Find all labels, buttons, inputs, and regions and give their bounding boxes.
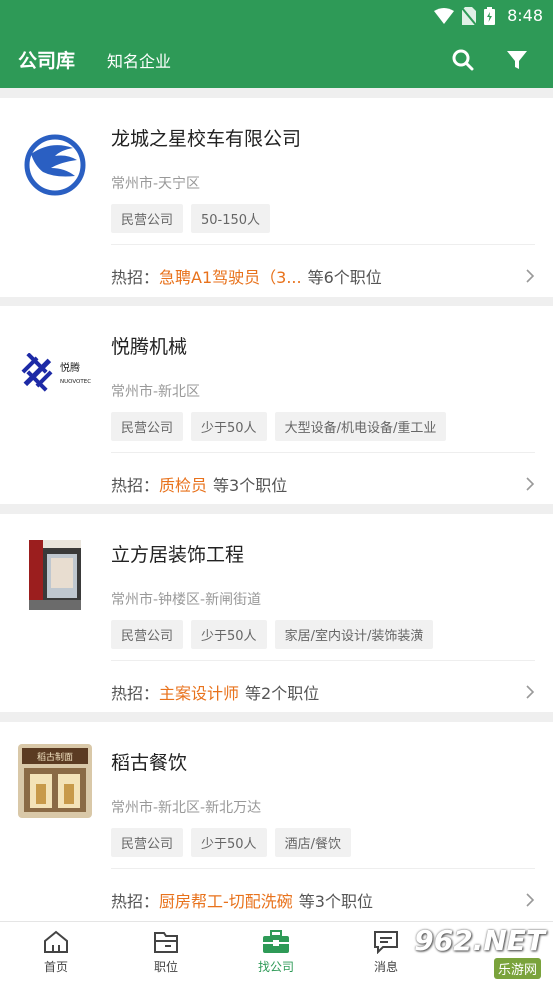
hot-job-title: 急聘A1驾驶员（3... xyxy=(159,268,302,287)
company-tags: 民营公司 少于50人 酒店/餐饮 xyxy=(111,828,351,857)
nuovotec-logo-icon: 悦腾 NUOVOTEC xyxy=(21,353,91,392)
hot-label: 热招： xyxy=(111,476,160,495)
hot-label: 热招： xyxy=(111,684,160,703)
app-header: 公司库 知名企业 xyxy=(0,32,553,88)
folder-icon xyxy=(154,932,178,953)
company-name: 龙城之星校车有限公司 xyxy=(111,128,302,150)
nav-item-find-company[interactable]: 找公司 xyxy=(236,930,316,975)
hot-jobs-row[interactable]: 热招： 厨房帮工-切配洗碗 等3个职位 xyxy=(111,888,535,912)
company-logo: 稻古制面 xyxy=(18,744,92,818)
no-sim-icon xyxy=(462,6,477,25)
hot-job-count: 等2个职位 xyxy=(245,684,320,703)
hot-job-title: 质检员 xyxy=(159,476,208,495)
tag-size: 少于50人 xyxy=(191,620,267,649)
tag-ownership: 民营公司 xyxy=(111,620,184,649)
tag-ownership: 民营公司 xyxy=(111,412,184,441)
divider xyxy=(111,660,535,661)
divider xyxy=(111,244,535,245)
hot-label: 热招： xyxy=(111,892,160,911)
storefront-photo-icon xyxy=(29,540,81,610)
hot-jobs-row[interactable]: 热招： 主案设计师 等2个职位 xyxy=(111,680,535,704)
company-card[interactable]: 龙城之星校车有限公司 常州市-天宁区 民营公司 50-150人 热招： 急聘A1… xyxy=(0,98,553,297)
nav-label-jobs: 职位 xyxy=(153,960,178,974)
company-location: 常州市-新北区 xyxy=(111,384,201,400)
hot-job-title: 厨房帮工-切配洗碗 xyxy=(159,892,293,911)
hot-job-title: 主案设计师 xyxy=(159,684,240,703)
briefcase-icon xyxy=(263,930,289,953)
watermark-site: 乐游网 xyxy=(493,958,541,979)
company-card[interactable]: 立方居装饰工程 常州市-钟楼区-新闸街道 民营公司 少于50人 家居/室内设计/… xyxy=(0,514,553,712)
company-card[interactable]: 悦腾 NUOVOTEC 悦腾机械 常州市-新北区 民营公司 少于50人 大型设备… xyxy=(0,306,553,504)
company-tags: 民营公司 少于50人 大型设备/机电设备/重工业 xyxy=(111,412,447,441)
logo-text-cn: 悦腾 xyxy=(60,361,80,374)
tab-famous-companies[interactable]: 知名企业 xyxy=(107,48,171,72)
company-location: 常州市-天宁区 xyxy=(111,176,201,192)
company-logo xyxy=(18,538,92,612)
chevron-right-icon xyxy=(526,893,535,907)
home-icon xyxy=(44,930,68,953)
restaurant-sign-text: 稻古制面 xyxy=(37,751,73,763)
tag-size: 50-150人 xyxy=(191,204,271,233)
company-logo: 悦腾 NUOVOTEC xyxy=(18,336,92,410)
dragon-logo-icon xyxy=(24,134,86,196)
company-location: 常州市-钟楼区-新闸街道 xyxy=(111,592,262,608)
message-icon xyxy=(374,931,398,954)
filter-icon xyxy=(507,51,527,69)
company-name: 稻古餐饮 xyxy=(111,752,188,774)
company-location: 常州市-新北区-新北万达 xyxy=(111,800,262,816)
nav-item-home[interactable]: 首页 xyxy=(16,930,96,975)
company-logo xyxy=(18,128,92,202)
company-tags: 民营公司 50-150人 xyxy=(111,204,271,233)
company-card[interactable]: 稻古制面 稻古餐饮 常州市-新北区-新北万达 民营公司 少于50人 酒店/餐饮 … xyxy=(0,722,553,921)
search-icon xyxy=(452,49,474,71)
tag-size: 少于50人 xyxy=(191,412,267,441)
nav-item-jobs[interactable]: 职位 xyxy=(126,930,206,975)
tag-industry: 酒店/餐饮 xyxy=(274,828,351,857)
tag-industry: 大型设备/机电设备/重工业 xyxy=(274,412,447,441)
status-bar: 8:48 xyxy=(0,0,553,32)
wifi-icon xyxy=(434,7,455,24)
nav-label-home: 首页 xyxy=(43,960,68,974)
hot-job-count: 等6个职位 xyxy=(307,268,382,287)
tag-industry: 家居/室内设计/装饰装潢 xyxy=(274,620,434,649)
tab-company-library[interactable]: 公司库 xyxy=(18,46,75,73)
logo-text-en: NUOVOTEC xyxy=(60,379,91,385)
chevron-right-icon xyxy=(526,477,535,491)
company-name: 立方居装饰工程 xyxy=(111,544,245,566)
restaurant-photo-icon: 稻古制面 xyxy=(18,744,92,818)
search-button[interactable] xyxy=(449,46,477,74)
chevron-right-icon xyxy=(526,685,535,699)
nav-label-messages: 消息 xyxy=(373,960,398,974)
watermark: 962.NET 乐游网 xyxy=(414,922,551,982)
tag-ownership: 民营公司 xyxy=(111,204,184,233)
filter-button[interactable] xyxy=(503,46,531,74)
company-list: 龙城之星校车有限公司 常州市-天宁区 民营公司 50-150人 热招： 急聘A1… xyxy=(0,88,553,921)
tag-ownership: 民营公司 xyxy=(111,828,184,857)
hot-label: 热招： xyxy=(111,268,160,287)
hot-job-count: 等3个职位 xyxy=(298,892,373,911)
watermark-text: 962.NET xyxy=(414,924,545,957)
status-icons: 8:48 xyxy=(434,6,543,25)
tag-size: 少于50人 xyxy=(191,828,267,857)
battery-icon xyxy=(484,6,496,25)
chevron-right-icon xyxy=(526,269,535,283)
hot-jobs-row[interactable]: 热招： 急聘A1驾驶员（3... 等6个职位 xyxy=(111,264,535,288)
status-time: 8:48 xyxy=(507,6,543,25)
company-tags: 民营公司 少于50人 家居/室内设计/装饰装潢 xyxy=(111,620,434,649)
hot-jobs-row[interactable]: 热招： 质检员 等3个职位 xyxy=(111,472,535,496)
company-name: 悦腾机械 xyxy=(111,336,188,358)
divider xyxy=(111,868,535,869)
divider xyxy=(111,452,535,453)
hot-job-count: 等3个职位 xyxy=(213,476,288,495)
nav-label-find-company: 找公司 xyxy=(257,960,294,974)
